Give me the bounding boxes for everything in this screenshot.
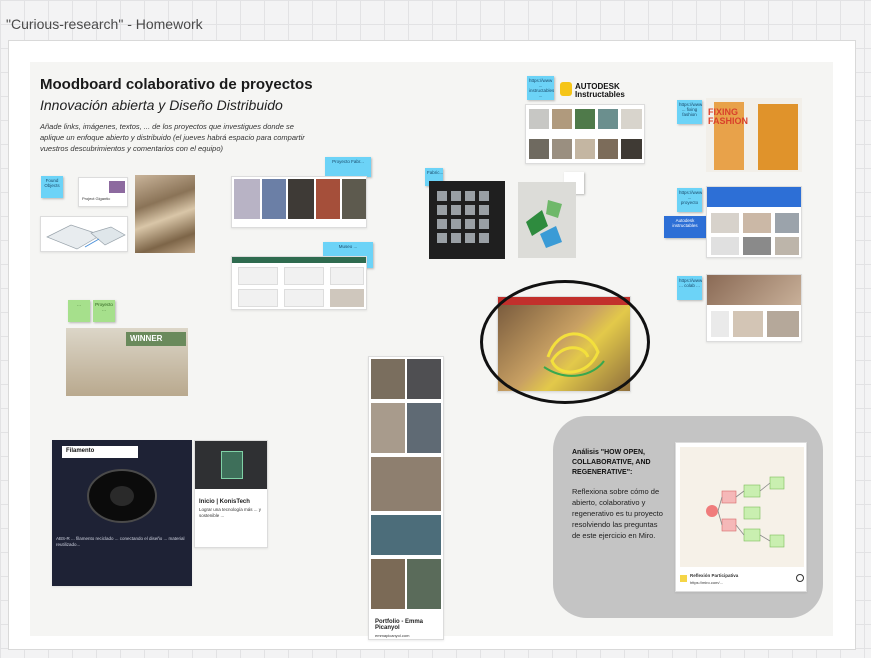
moodboard-title: Moodboard colaborativo de proyectos — [40, 76, 313, 93]
sand-texture-image — [135, 175, 195, 253]
portfolio-card[interactable]: Portfolio - Emma Picanyol emmapicanyol.c… — [368, 356, 444, 640]
filament-spool-icon — [87, 469, 157, 523]
filamento-label: Filamento — [62, 446, 138, 458]
explore-card[interactable] — [706, 186, 802, 258]
analysis-panel: Análisis "HOW OPEN, COLLABORATIVE, AND R… — [553, 416, 823, 618]
project-gigantic-card[interactable]: Project Gigantic — [78, 177, 128, 207]
sticky-instructables[interactable]: https://www ... instructables ... — [527, 76, 554, 100]
website-card[interactable] — [231, 256, 367, 310]
green-pieces-image — [518, 182, 576, 258]
sticky-top-mid[interactable]: Proyecto Fabr... — [325, 157, 371, 177]
filamento-body: ABS-R ... filamento reciclado ... conect… — [56, 536, 185, 547]
sticky-found-objects[interactable]: Found Objects — [41, 176, 63, 198]
miro-template-card[interactable]: Reflexión Participativa https://miro.com… — [675, 442, 807, 592]
miro-card-url: https://miro.com/... — [690, 580, 723, 585]
fabric-grid-image — [429, 181, 505, 259]
fixing-fashion-image: FIXING FASHION — [706, 98, 802, 172]
sticky-fixing-fashion[interactable]: https://www ... fixing fashion — [677, 100, 702, 124]
fixing-fashion-text: FIXING FASHION — [708, 107, 749, 126]
moodboard-description: Añade links, imágenes, textos, ... de lo… — [40, 122, 305, 153]
product-gallery-card[interactable] — [231, 176, 367, 228]
winner-banner: WINNER — [126, 332, 186, 346]
winner-image: WINNER — [66, 328, 188, 396]
moodboard-subtitle: Innovación abierta y Diseño Distribuido — [40, 97, 283, 113]
analysis-title: Análisis "HOW OPEN, COLLABORATIVE, AND R… — [572, 449, 651, 476]
project-gigantic-label: Project Gigantic — [82, 196, 111, 201]
sticky-right-2[interactable]: https://www ... proyecto — [677, 188, 702, 212]
3d-model-illustration — [46, 224, 126, 250]
highlight-circle — [480, 280, 650, 404]
autodesk-logo-text: AUTODESK Instructables — [575, 82, 625, 99]
analysis-body: Reflexiona sobre cómo de abierto, colabo… — [572, 487, 663, 540]
reflection-diagram — [680, 447, 804, 567]
sticky-green-1[interactable]: ... — [68, 300, 90, 322]
green-pieces-illustration — [526, 200, 562, 248]
board-title: "Curious-research" - Homework — [6, 16, 203, 32]
konistech-title: Inicio | KonisTech — [199, 499, 250, 505]
colab-website-card[interactable] — [706, 274, 802, 342]
robot-icon — [560, 82, 572, 96]
header-block: Moodboard colaborativo de proyectos Inno… — [40, 76, 370, 154]
fabric-tiles — [437, 191, 489, 243]
filamento-card[interactable]: Filamento ABS-R ... filamento reciclado … — [52, 440, 192, 586]
sticky-green-2[interactable]: Proyecto ... — [93, 300, 115, 322]
3d-model-card[interactable] — [40, 216, 128, 252]
miro-logo-icon — [680, 575, 687, 582]
miro-card-caption: Reflexión Participativa — [690, 573, 739, 578]
konistech-body: Lograr una tecnología más ... y sostenib… — [199, 507, 262, 518]
portfolio-title: Portfolio - Emma Picanyol — [375, 619, 424, 631]
portfolio-url: emmapicanyol.com — [375, 633, 410, 638]
instructables-gallery-card[interactable] — [525, 104, 645, 164]
sticky-right-3[interactable]: https://www ... colab ... — [677, 276, 702, 300]
konistech-card[interactable]: Inicio | KonisTech Lograr una tecnología… — [194, 440, 268, 548]
link-icon[interactable] — [796, 574, 804, 582]
sticky-blue-label[interactable]: Autodesk instructables — [664, 216, 706, 238]
